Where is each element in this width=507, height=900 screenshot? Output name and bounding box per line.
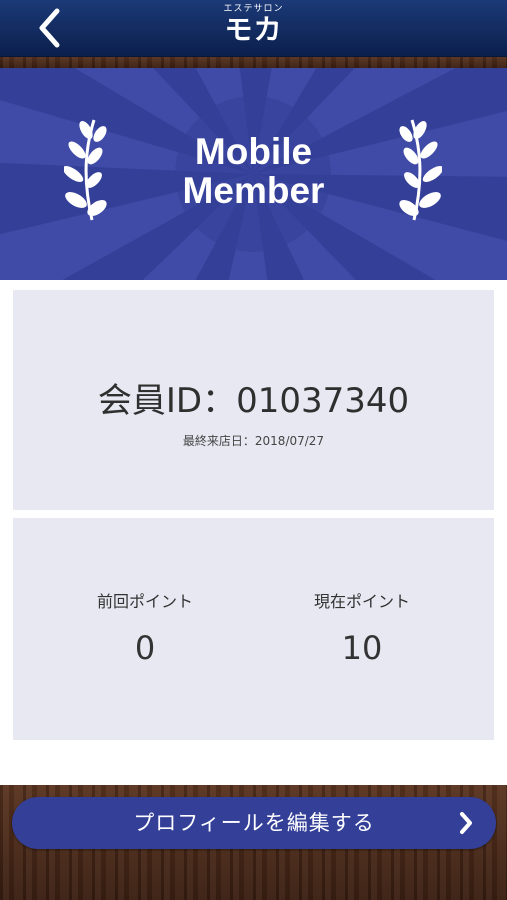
member-id: 会員ID：01037340 xyxy=(97,381,410,421)
previous-points-label: 前回ポイント xyxy=(96,592,193,611)
logo-title: モカ xyxy=(224,13,283,46)
edit-profile-button[interactable]: プロフィールを編集する xyxy=(12,797,496,849)
previous-points-value: 0 xyxy=(134,629,156,667)
current-points-label: 現在ポイント xyxy=(313,592,410,611)
member-id-card: 会員ID：01037340 最終来店日：2018/07/27 xyxy=(13,290,494,510)
member-panel: 会員ID：01037340 最終来店日：2018/07/27 前回ポイント 0 … xyxy=(0,280,507,785)
app-logo: エステサロン モカ xyxy=(0,4,507,46)
current-points-value: 10 xyxy=(341,629,383,667)
current-points: 現在ポイント 10 xyxy=(242,592,482,668)
previous-points: 前回ポイント 0 xyxy=(25,592,265,668)
banner-title-line2: Member xyxy=(182,170,325,211)
edit-profile-label: プロフィールを編集する xyxy=(133,811,375,835)
banner-title-line1: Mobile xyxy=(194,131,313,172)
app-header: エステサロン モカ xyxy=(0,0,507,57)
chevron-right-icon xyxy=(460,812,472,834)
banner-title: Mobile Member xyxy=(0,132,507,210)
mobile-member-banner: Mobile Member xyxy=(0,68,507,280)
wood-background-top xyxy=(0,56,507,68)
last-visit-date: 最終来店日：2018/07/27 xyxy=(182,434,325,448)
points-card: 前回ポイント 0 現在ポイント 10 xyxy=(13,518,494,740)
